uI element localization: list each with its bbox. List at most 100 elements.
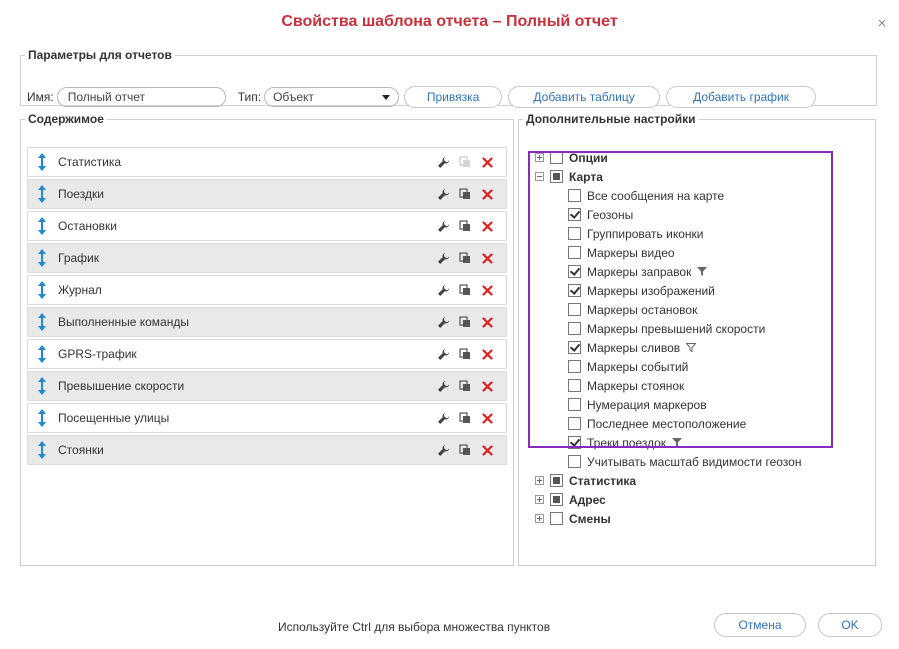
tree-child-item[interactable]: Геозоны: [535, 205, 871, 224]
filter-icon[interactable]: [672, 438, 683, 447]
copy-icon[interactable]: [454, 220, 476, 232]
add-table-button[interactable]: Добавить таблицу: [508, 86, 661, 108]
name-input[interactable]: Полный отчет: [56, 87, 226, 107]
copy-icon[interactable]: [454, 188, 476, 200]
cancel-button[interactable]: Отмена: [714, 613, 806, 637]
delete-icon[interactable]: [476, 156, 498, 168]
delete-icon[interactable]: [476, 220, 498, 232]
copy-icon[interactable]: [454, 380, 476, 392]
checkbox[interactable]: [568, 360, 581, 373]
copy-icon[interactable]: [454, 444, 476, 456]
list-item[interactable]: Выполненные команды: [27, 307, 507, 337]
wrench-icon[interactable]: [432, 380, 454, 393]
delete-icon[interactable]: [476, 380, 498, 392]
drag-handle-icon[interactable]: [31, 441, 53, 459]
type-select[interactable]: Объект: [264, 87, 400, 107]
checkbox[interactable]: [568, 398, 581, 411]
delete-icon[interactable]: [476, 412, 498, 424]
checkbox[interactable]: [568, 246, 581, 259]
checkbox[interactable]: [568, 436, 581, 449]
list-item[interactable]: Стоянки: [27, 435, 507, 465]
delete-icon[interactable]: [476, 444, 498, 456]
checkbox[interactable]: [550, 512, 563, 525]
list-item[interactable]: Журнал: [27, 275, 507, 305]
list-item[interactable]: GPRS-трафик: [27, 339, 507, 369]
tree-child-item[interactable]: Маркеры изображений: [535, 281, 871, 300]
checkbox[interactable]: [550, 493, 563, 506]
tree-node[interactable]: Опции: [535, 148, 871, 167]
drag-handle-icon[interactable]: [31, 281, 53, 299]
tree-child-item[interactable]: Маркеры стоянок: [535, 376, 871, 395]
drag-handle-icon[interactable]: [31, 345, 53, 363]
list-item[interactable]: Поездки: [27, 179, 507, 209]
wrench-icon[interactable]: [432, 252, 454, 265]
tree-node[interactable]: Смены: [535, 509, 871, 528]
tree-child-item[interactable]: Нумерация маркеров: [535, 395, 871, 414]
tree-node[interactable]: Карта: [535, 167, 871, 186]
copy-icon[interactable]: [454, 316, 476, 328]
list-item[interactable]: Превышение скорости: [27, 371, 507, 401]
delete-icon[interactable]: [476, 284, 498, 296]
checkbox[interactable]: [568, 322, 581, 335]
drag-handle-icon[interactable]: [31, 377, 53, 395]
checkbox[interactable]: [550, 170, 563, 183]
tree-child-item[interactable]: Маркеры сливов: [535, 338, 871, 357]
checkbox[interactable]: [568, 455, 581, 468]
tree-child-item[interactable]: Маркеры остановок: [535, 300, 871, 319]
list-item[interactable]: Посещенные улицы: [27, 403, 507, 433]
tree-child-item[interactable]: Учитывать масштаб видимости геозон: [535, 452, 871, 471]
tree-node[interactable]: Статистика: [535, 471, 871, 490]
delete-icon[interactable]: [476, 348, 498, 360]
drag-handle-icon[interactable]: [31, 313, 53, 331]
ok-button[interactable]: OK: [818, 613, 882, 637]
copy-icon[interactable]: [454, 348, 476, 360]
delete-icon[interactable]: [476, 316, 498, 328]
copy-icon[interactable]: [454, 284, 476, 296]
tree-node[interactable]: Адрес: [535, 490, 871, 509]
drag-handle-icon[interactable]: [31, 153, 53, 171]
drag-handle-icon[interactable]: [31, 217, 53, 235]
tree-child-item[interactable]: Маркеры заправок: [535, 262, 871, 281]
filter-icon[interactable]: [686, 343, 697, 352]
wrench-icon[interactable]: [432, 444, 454, 457]
tree-child-item[interactable]: Группировать иконки: [535, 224, 871, 243]
checkbox[interactable]: [568, 341, 581, 354]
add-chart-button[interactable]: Добавить график: [666, 86, 817, 108]
checkbox[interactable]: [568, 208, 581, 221]
drag-handle-icon[interactable]: [31, 249, 53, 267]
filter-icon[interactable]: [697, 267, 708, 276]
drag-handle-icon[interactable]: [31, 409, 53, 427]
delete-icon[interactable]: [476, 252, 498, 264]
tree-child-item[interactable]: Маркеры событий: [535, 357, 871, 376]
checkbox[interactable]: [568, 303, 581, 316]
list-item[interactable]: Остановки: [27, 211, 507, 241]
drag-handle-icon[interactable]: [31, 185, 53, 203]
checkbox[interactable]: [550, 474, 563, 487]
copy-icon[interactable]: [454, 156, 476, 168]
wrench-icon[interactable]: [432, 412, 454, 425]
checkbox[interactable]: [568, 227, 581, 240]
wrench-icon[interactable]: [432, 284, 454, 297]
tree-child-item[interactable]: Все сообщения на карте: [535, 186, 871, 205]
checkbox[interactable]: [568, 265, 581, 278]
checkbox[interactable]: [568, 284, 581, 297]
list-item[interactable]: График: [27, 243, 507, 273]
tree-child-item[interactable]: Треки поездок: [535, 433, 871, 452]
wrench-icon[interactable]: [432, 316, 454, 329]
copy-icon[interactable]: [454, 252, 476, 264]
delete-icon[interactable]: [476, 188, 498, 200]
expand-icon[interactable]: [535, 153, 544, 162]
list-item[interactable]: Статистика: [27, 147, 507, 177]
wrench-icon[interactable]: [432, 220, 454, 233]
expand-icon[interactable]: [535, 514, 544, 523]
wrench-icon[interactable]: [432, 188, 454, 201]
checkbox[interactable]: [550, 151, 563, 164]
close-icon[interactable]: ×: [875, 16, 889, 31]
copy-icon[interactable]: [454, 412, 476, 424]
wrench-icon[interactable]: [432, 348, 454, 361]
checkbox[interactable]: [568, 417, 581, 430]
expand-icon[interactable]: [535, 495, 544, 504]
wrench-icon[interactable]: [432, 156, 454, 169]
tree-child-item[interactable]: Последнее местоположение: [535, 414, 871, 433]
expand-icon[interactable]: [535, 476, 544, 485]
